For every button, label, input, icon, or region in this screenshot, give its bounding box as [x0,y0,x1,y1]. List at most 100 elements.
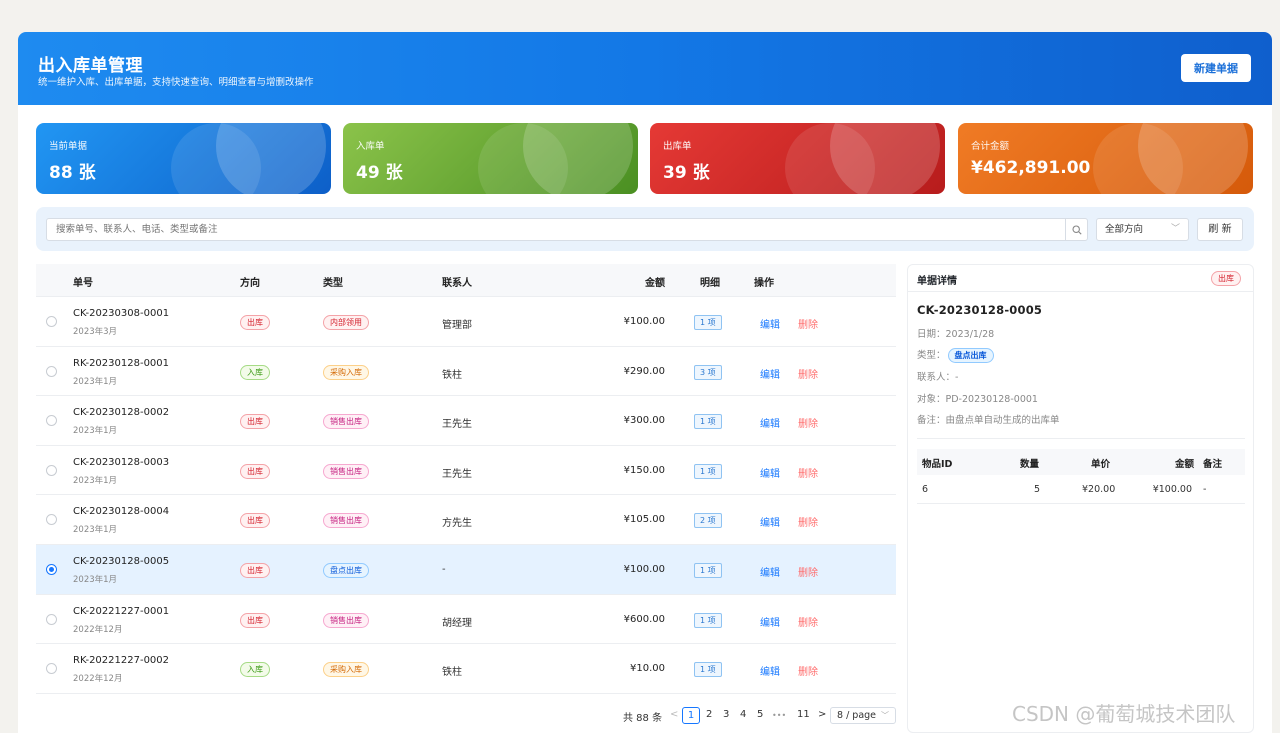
items-badge[interactable]: 3 项 [694,364,722,380]
prev-page-button[interactable]: < [670,709,678,720]
direction-select[interactable]: 全部方向 ﹀ [1096,218,1189,241]
items-badge[interactable]: 1 项 [694,315,722,330]
table-row[interactable]: CK-20230308-0001 2023年3月 出库 内部领用 管理部 ¥10… [36,297,896,347]
search-icon [1072,225,1082,235]
row-radio[interactable] [46,514,57,526]
page-1-button[interactable]: 1 [682,707,700,724]
stat-label: 合计金额 [971,141,1010,152]
item-remark: - [1203,484,1207,495]
col-item-amount: 金额 [1174,459,1194,470]
table-row[interactable]: CK-20230128-0004 2023年1月 出库 销售出库 方先生 ¥10… [36,495,896,545]
stat-label: 当前单据 [49,141,88,152]
table-row-selected[interactable]: CK-20230128-0005 2023年1月 出库 盘点出库 - ¥100.… [36,544,896,595]
items-badge[interactable]: 2 项 [694,513,722,529]
table-row[interactable]: CK-20230128-0003 2023年1月 出库 销售出库 王先生 ¥15… [36,446,896,496]
pagination-ellipsis[interactable]: ••• [772,711,786,720]
row-radio[interactable] [46,464,57,476]
delete-link[interactable]: 删除 [798,614,818,629]
row-amount: ¥150.00 [623,464,665,476]
row-radio[interactable] [46,663,57,675]
page-4-button[interactable]: 4 [740,709,746,720]
edit-link[interactable]: 编辑 [760,316,780,331]
edit-link[interactable]: 编辑 [760,514,780,529]
stat-label: 出库单 [663,141,692,152]
direction-tag: 出库 [240,414,270,430]
type-tag: 销售出库 [323,414,369,430]
item-qty: 5 [1034,484,1041,495]
stat-card-total: 当前单据 88 张 [36,123,331,194]
delete-link[interactable]: 删除 [798,415,818,430]
delete-link[interactable]: 删除 [798,465,818,480]
table-row[interactable]: RK-20230128-0001 2023年1月 入库 采购入库 铁柱 ¥290… [36,347,896,397]
row-contact: - [442,563,446,575]
search-input[interactable] [46,218,1066,241]
page-11-button[interactable]: 11 [797,709,810,720]
edit-link[interactable]: 编辑 [760,415,780,430]
col-direction[interactable]: 方向 [240,274,260,289]
items-badge[interactable]: 1 项 [694,414,722,430]
delete-link[interactable]: 删除 [798,366,818,381]
col-items: 明细 [700,278,720,289]
row-no: RK-20221227-0002 [73,655,170,667]
row-contact: 王先生 [442,419,472,431]
detail-items-table: 物品ID 数量 单价 金额 备注 6 5 ¥20.00 ¥100.00 - [917,449,1245,504]
row-radio[interactable] [46,563,57,575]
col-actions: 操作 [754,278,774,289]
detail-type-label: 类型： [917,350,946,361]
type-tag: 内部领用 [323,315,369,330]
search-button[interactable] [1065,218,1088,241]
col-no[interactable]: 单号 [73,274,93,289]
col-item-id: 物品ID [922,459,953,470]
edit-link[interactable]: 编辑 [760,564,780,579]
table-row[interactable]: RK-20221227-0002 2022年12月 入库 采购入库 铁柱 ¥10… [36,644,896,694]
page-header: 出入库单管理 统一维护入库、出库单据，支持快速查询、明细查看与增删改操作 新建单… [18,32,1272,105]
pagination-total: 共 88 条 [623,713,663,724]
row-radio[interactable] [46,316,57,327]
col-contact[interactable]: 联系人 [442,274,472,289]
row-contact: 王先生 [442,468,472,480]
delete-link[interactable]: 删除 [798,316,818,331]
page-2-button[interactable]: 2 [706,709,712,720]
type-tag: 盘点出库 [323,562,369,578]
row-amount: ¥10.00 [630,663,665,675]
page-3-button[interactable]: 3 [723,709,729,720]
detail-direction-tag: 出库 [1211,271,1241,286]
items-badge[interactable]: 1 项 [694,562,722,578]
page-size-select[interactable]: 8 / page ﹀ [830,707,896,724]
edit-link[interactable]: 编辑 [760,465,780,480]
row-radio[interactable] [46,365,57,377]
row-contact: 铁柱 [442,369,462,381]
col-qty: 数量 [1020,459,1040,470]
row-no: CK-20230128-0003 [73,456,170,468]
row-date: 2023年1月 [73,376,118,387]
row-amount: ¥100.00 [623,563,665,575]
row-contact: 方先生 [442,518,472,530]
items-badge[interactable]: 1 项 [694,662,722,678]
items-badge[interactable]: 1 项 [694,612,722,628]
next-page-button[interactable]: > [818,709,826,720]
delete-link[interactable]: 删除 [798,564,818,579]
row-no: CK-20230308-0001 [73,308,170,319]
edit-link[interactable]: 编辑 [760,366,780,381]
row-no: RK-20230128-0001 [73,357,170,369]
row-radio[interactable] [46,415,57,427]
table-row[interactable]: CK-20221227-0001 2022年12月 出库 销售出库 胡经理 ¥6… [36,595,896,645]
items-badge[interactable]: 1 项 [694,463,722,479]
row-radio[interactable] [46,613,57,625]
table-row[interactable]: CK-20230128-0002 2023年1月 出库 销售出库 王先生 ¥30… [36,396,896,446]
delete-link[interactable]: 删除 [798,514,818,529]
refresh-button[interactable]: 刷 新 [1197,218,1243,241]
page-5-button[interactable]: 5 [757,709,763,720]
detail-contact-label: 联系人： [917,372,956,383]
edit-link[interactable]: 编辑 [760,614,780,629]
row-amount: ¥290.00 [623,365,665,377]
col-amount[interactable]: 金额 [645,274,665,289]
direction-tag: 出库 [240,513,270,529]
stat-value: 39 张 [663,163,710,183]
detail-remark-label: 备注： [917,415,946,426]
stat-label: 入库单 [356,141,385,152]
col-type[interactable]: 类型 [323,274,343,289]
delete-link[interactable]: 删除 [798,663,818,678]
edit-link[interactable]: 编辑 [760,663,780,678]
new-document-button[interactable]: 新建单据 [1181,54,1251,82]
